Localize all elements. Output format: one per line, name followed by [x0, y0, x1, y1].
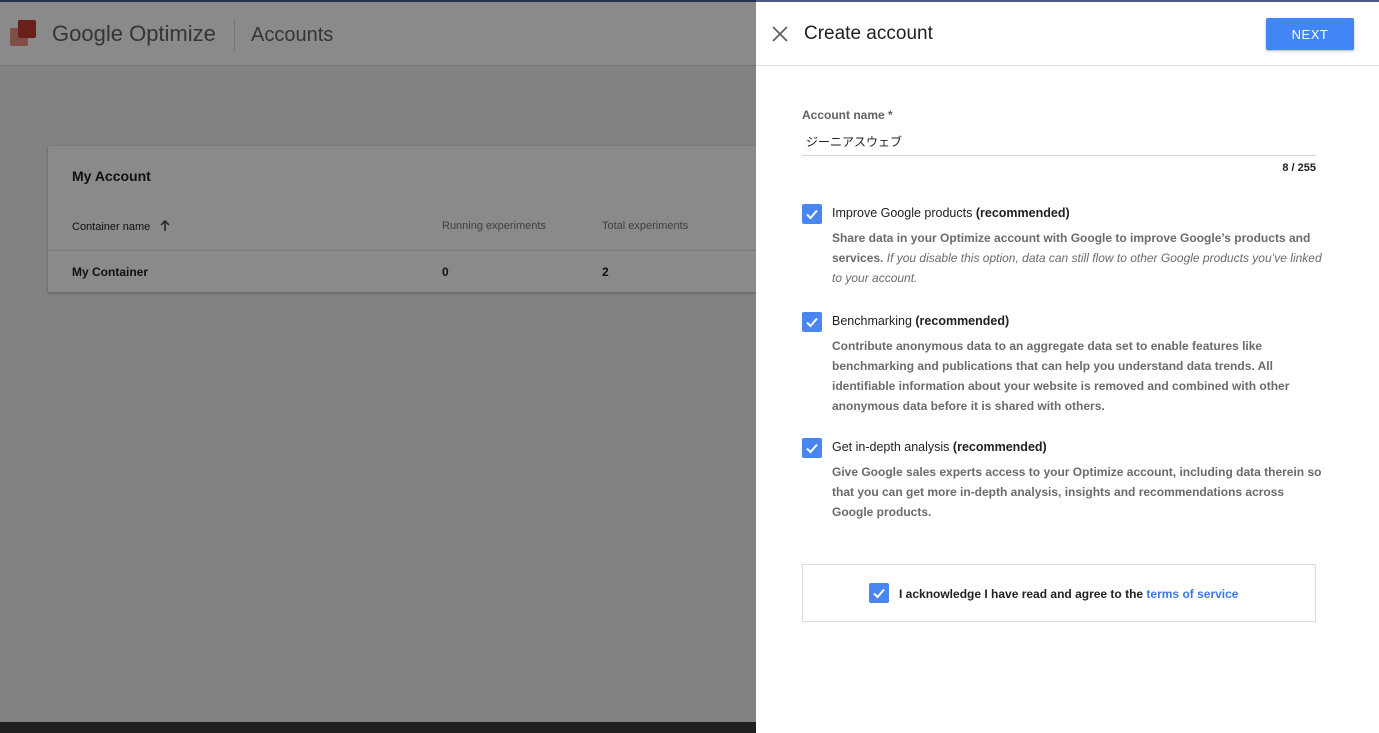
account-name-input[interactable] — [802, 128, 1316, 156]
panel-header: Create account NEXT — [756, 0, 1379, 66]
in-depth-analysis-description: Give Google sales experts access to your… — [832, 465, 1322, 519]
checkmark-icon — [806, 209, 818, 220]
in-depth-analysis-checkbox[interactable] — [802, 438, 822, 458]
benchmarking-checkbox[interactable] — [802, 312, 822, 332]
panel-title: Create account — [804, 23, 933, 44]
close-icon[interactable] — [770, 24, 790, 44]
improve-google-products-description: Share data in your Optimize account with… — [832, 231, 1322, 285]
panel-accent-line — [756, 0, 1379, 2]
checkmark-icon — [806, 317, 818, 328]
in-depth-analysis-title: Get in-depth analysis (recommended) — [832, 440, 1047, 454]
next-button[interactable]: NEXT — [1266, 18, 1354, 50]
improve-google-products-title: Improve Google products (recommended) — [832, 206, 1070, 220]
modal-scrim[interactable] — [0, 0, 756, 733]
improve-google-products-checkbox[interactable] — [802, 204, 822, 224]
checkmark-icon — [806, 443, 818, 454]
account-name-label: Account name * — [802, 108, 893, 122]
terms-acknowledgement-box: I acknowledge I have read and agree to t… — [802, 564, 1316, 622]
acknowledge-label: I acknowledge I have read and agree to t… — [899, 587, 1239, 601]
create-account-panel: Create account NEXT Account name * 8 / 2… — [756, 0, 1379, 733]
benchmarking-title: Benchmarking (recommended) — [832, 314, 1010, 328]
checkmark-icon — [873, 588, 885, 599]
terms-of-service-link[interactable]: terms of service — [1146, 587, 1238, 601]
acknowledge-terms-checkbox[interactable] — [869, 583, 889, 603]
character-counter: 8 / 255 — [1282, 162, 1316, 174]
benchmarking-description: Contribute anonymous data to an aggregat… — [832, 339, 1290, 413]
